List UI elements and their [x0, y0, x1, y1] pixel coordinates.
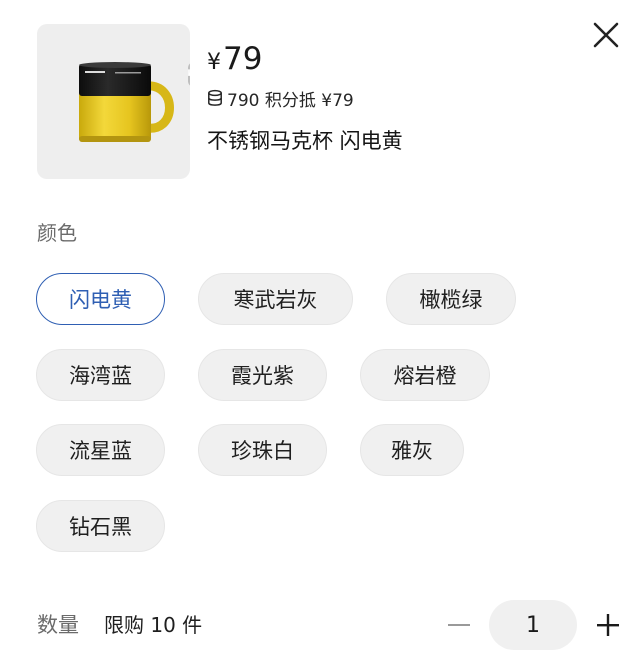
product-title: 不锈钢马克杯 闪电黄 — [207, 129, 403, 153]
color-option-elegant-gray[interactable]: 雅灰 — [360, 424, 464, 476]
currency-symbol: ¥ — [207, 50, 221, 75]
color-option-meteor-blue[interactable]: 流星蓝 — [36, 424, 165, 476]
color-option-lightning-yellow[interactable]: 闪电黄 — [36, 273, 165, 325]
color-section-label: 颜色 — [37, 221, 77, 245]
color-option-bay-blue[interactable]: 海湾蓝 — [36, 349, 165, 401]
color-option-olive-green[interactable]: 橄榄绿 — [386, 273, 516, 325]
plus-icon — [597, 614, 619, 636]
close-button[interactable] — [588, 17, 624, 53]
price-value: 79 — [223, 41, 263, 77]
points-deduction: 790 积分抵 ¥79 — [207, 87, 354, 111]
sku-selector-sheet: ¥79 790 积分抵 ¥79 不锈钢马克杯 闪电黄 颜色 闪电黄 寒武岩灰 橄… — [0, 0, 640, 665]
close-icon — [593, 22, 619, 48]
expand-icon — [188, 69, 190, 76]
color-option-lava-orange[interactable]: 熔岩橙 — [360, 349, 490, 401]
price: ¥79 — [207, 41, 262, 81]
product-image[interactable] — [37, 24, 190, 179]
expand-button[interactable] — [188, 62, 190, 87]
color-option-diamond-black[interactable]: 钻石黑 — [36, 500, 165, 552]
quantity-label: 数量 — [37, 613, 79, 637]
color-option-cambrian-gray[interactable]: 寒武岩灰 — [198, 273, 353, 325]
color-option-pearl-white[interactable]: 珍珠白 — [198, 424, 327, 476]
quantity-input[interactable]: 1 — [489, 600, 577, 650]
increase-quantity-button[interactable] — [593, 610, 623, 640]
mug-illustration — [79, 62, 174, 142]
points-text: 790 积分抵 ¥79 — [227, 90, 354, 111]
purchase-limit-text: 限购 10 件 — [104, 613, 203, 637]
decrease-quantity-button[interactable] — [444, 610, 474, 640]
minus-icon — [448, 624, 470, 626]
color-option-sunset-purple[interactable]: 霞光紫 — [198, 349, 327, 401]
coin-stack-icon — [207, 89, 223, 107]
